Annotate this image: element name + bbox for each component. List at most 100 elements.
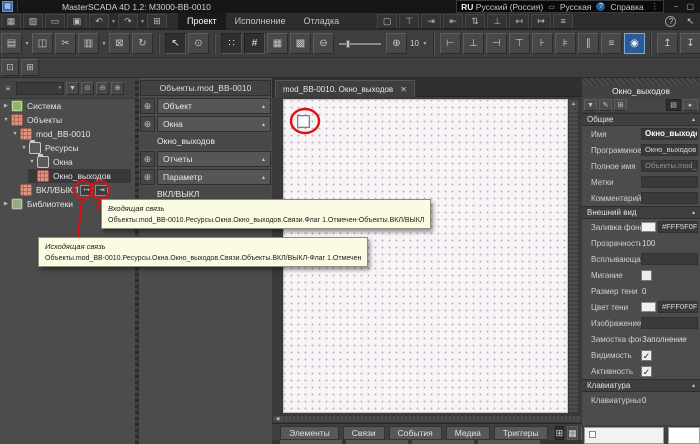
paste-button[interactable]: ▤ [1, 33, 22, 54]
tree-item-window-outputs[interactable]: Окно_выходов [0, 169, 135, 183]
pointer-mode-icon[interactable]: ↖ [686, 16, 694, 27]
align-left-button[interactable]: ⊢ [440, 33, 461, 54]
filter-icon[interactable]: ▼ [584, 99, 597, 111]
view-flag-icon[interactable]: ▸ [683, 99, 698, 111]
tab-media[interactable]: Медиа [446, 426, 490, 440]
grid-size-button[interactable]: ▩ [290, 33, 311, 54]
outgoing-link-badge[interactable]: ↦ [80, 185, 93, 196]
tab-runtime[interactable]: Исполнение [226, 13, 295, 30]
anchor-a-button[interactable]: ⊡ [1, 59, 19, 76]
palette-preview-card[interactable] [668, 427, 700, 444]
filter-edit-icon[interactable]: ✎ [599, 99, 612, 111]
open-project-button[interactable]: ▧ [23, 14, 43, 29]
visibility-checkbox[interactable]: ✓ [641, 350, 652, 361]
overflow-dots-icon[interactable]: ⋮ [651, 2, 659, 11]
activity-checkbox[interactable]: ✓ [641, 366, 652, 377]
redo-dropdown[interactable]: ▾ [139, 14, 146, 29]
zoom-dropdown[interactable]: ▾ [421, 33, 429, 54]
keyboard-index-field[interactable]: 0 [641, 396, 698, 405]
image-field[interactable] [641, 317, 698, 329]
keyboard-layout[interactable]: Русская [560, 2, 592, 12]
undo-button[interactable]: ↶ [89, 14, 109, 29]
expander-icon[interactable]: ▼ [20, 145, 28, 151]
tab-triggers[interactable]: Триггеры [494, 426, 548, 440]
zoom-in-button[interactable]: ⊕ [386, 33, 407, 54]
expander-icon[interactable]: ▶ [2, 103, 10, 109]
panel-grip[interactable] [582, 78, 700, 85]
pin-left-button[interactable]: ↤ [509, 14, 529, 29]
help-circle-icon[interactable]: ? [665, 16, 676, 27]
frame-tool-button[interactable]: ▢ [377, 14, 397, 29]
redo-button[interactable]: ↷ [118, 14, 138, 29]
grid-toggle-button[interactable]: ∷ [221, 33, 242, 54]
cut-button[interactable]: ✂ [55, 33, 76, 54]
opacity-field[interactable]: 100 [641, 239, 698, 248]
expander-icon[interactable]: ▼ [2, 117, 10, 123]
vertical-scrollbar[interactable]: ▲ [568, 99, 579, 413]
save-button[interactable]: ▣ [67, 14, 87, 29]
dock-top-button[interactable]: ⊤ [399, 14, 419, 29]
select-tool-button[interactable]: ↖ [165, 33, 186, 54]
collapse-icon[interactable]: ▴ [262, 121, 265, 128]
popup-field[interactable] [641, 253, 698, 265]
blink-checkbox[interactable] [641, 270, 652, 281]
dock-bottom-button[interactable]: ⊥ [487, 14, 507, 29]
tree-item-system[interactable]: ▶ Система [0, 99, 135, 113]
dock-in-button[interactable]: ⇥ [421, 14, 441, 29]
zoom-slider-thumb[interactable] [346, 40, 350, 48]
snap-toggle-button[interactable]: # [244, 33, 265, 54]
name-field[interactable]: Окно_выходов [641, 128, 698, 140]
editor-tab[interactable]: mod_BB-0010. Окно_выходов ✕ [275, 80, 415, 97]
tree-item-objects[interactable]: ▼ Объекты [0, 113, 135, 127]
distribute-h-button[interactable]: ∥ [578, 33, 599, 54]
filter-icon[interactable]: ▼ [66, 82, 79, 95]
props-grid-icon[interactable]: ⊞ [614, 99, 627, 111]
add-icon[interactable]: ⊕ [140, 151, 155, 167]
align-center-v-button[interactable]: ⊥ [463, 33, 484, 54]
duplicate-button[interactable]: ⊠ [109, 33, 130, 54]
send-to-back-button[interactable]: ↧ [680, 33, 700, 54]
incoming-link-badge[interactable]: ⇥ [95, 185, 108, 196]
add-icon[interactable]: ⊕ [140, 169, 155, 185]
export-button[interactable]: ⊞ [147, 14, 167, 29]
expander-icon[interactable]: ▼ [28, 159, 36, 165]
tree-filter-combo[interactable]: ▾ [16, 82, 64, 95]
minimize-button[interactable]: − [674, 2, 679, 11]
section-windows-button[interactable]: Окна▴ [157, 116, 271, 132]
tab-debug[interactable]: Отладка [295, 13, 349, 30]
align-bottom-button[interactable]: ⊧ [555, 33, 576, 54]
section-parameter-button[interactable]: Параметр▴ [157, 169, 271, 185]
shadow-color-field[interactable]: #FFF0F0F0 [658, 301, 698, 313]
zoom-slider[interactable] [339, 43, 381, 45]
dock-split-button[interactable]: ⇅ [465, 14, 485, 29]
section-general[interactable]: Общие▴ [582, 113, 700, 126]
section-appearance[interactable]: Внешний вид▴ [582, 206, 700, 219]
fill-color-swatch[interactable] [641, 222, 656, 232]
expander-icon[interactable]: ▼ [11, 131, 19, 137]
dock-out-button[interactable]: ⇤ [443, 14, 463, 29]
tab-project[interactable]: Проект [178, 13, 226, 30]
horizontal-scrollbar[interactable]: ◀ [272, 415, 582, 423]
tree-item-resources[interactable]: ▼ Ресурсы [0, 141, 135, 155]
copy-button[interactable]: ◫ [32, 33, 53, 54]
tiling-field[interactable]: Заполнение [641, 335, 698, 344]
tree-item-module[interactable]: ▼ mod_BB-0010 [0, 127, 135, 141]
preview-button[interactable]: ◉ [624, 33, 645, 54]
tab-elements[interactable]: Элементы [280, 426, 339, 440]
folder-button[interactable]: ▭ [45, 14, 65, 29]
list-view-button[interactable]: ≡ [553, 14, 573, 29]
undo-dropdown[interactable]: ▾ [110, 14, 117, 29]
align-top-button[interactable]: ⊤ [509, 33, 530, 54]
paste-special-button[interactable]: ▥ [78, 33, 99, 54]
tab-events[interactable]: События [389, 426, 442, 440]
tree-item-windows[interactable]: ▼ Окна [0, 155, 135, 169]
zoom-out-button[interactable]: ⊖ [313, 33, 334, 54]
add-icon[interactable]: ⊕ [140, 98, 155, 114]
fill-color-field[interactable]: #FFF5F0F5 [658, 221, 698, 233]
tab-links[interactable]: Связи [343, 426, 385, 440]
shadow-color-swatch[interactable] [641, 302, 656, 312]
flag-element[interactable] [297, 115, 310, 128]
help-menu[interactable]: Справка [610, 2, 643, 12]
pin-right-button[interactable]: ↦ [531, 14, 551, 29]
language-selector[interactable]: RU Русский (Россия) [461, 2, 543, 12]
